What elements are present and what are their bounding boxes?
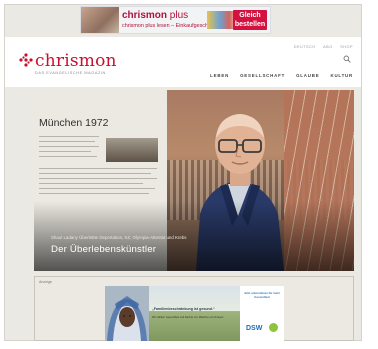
ad-order-button[interactable]: Gleich bestellen	[233, 10, 267, 30]
panel-text-line	[39, 173, 151, 175]
panel-text-line	[39, 178, 157, 180]
utility-link-shop[interactable]: SHOP	[340, 45, 353, 49]
panel-text-line	[39, 141, 95, 143]
dsw-ad-banner[interactable]: „Familienbeschränkung ist gesund.“ Wir s…	[105, 286, 284, 341]
exhibition-panel-title: München 1972	[39, 117, 109, 129]
ad-side-panel: Jetzt unterstützen für mehr Gesundheit D…	[240, 286, 284, 341]
nav-item-leben[interactable]: LEBEN	[210, 73, 229, 78]
ad-brand-name: chrismon	[122, 10, 168, 21]
panel-text-line	[39, 151, 91, 153]
dsw-logo: DSW	[246, 325, 263, 332]
panel-text-line	[39, 156, 97, 158]
nav-item-glaube[interactable]: GLAUBE	[296, 73, 319, 78]
utility-nav: DEUTSCH ABO SHOP	[288, 45, 353, 49]
search-icon[interactable]	[343, 55, 351, 63]
ad-landscape: „Familienbeschränkung ist gesund.“ Wir s…	[149, 286, 240, 341]
panel-text-line	[39, 146, 99, 148]
ad-brand: chrismon plus	[122, 10, 188, 21]
ad-quote: „Familienbeschränkung ist gesund.“	[152, 307, 215, 311]
logo-wordmark: chrismon	[35, 51, 117, 71]
cross-logo-icon	[19, 53, 33, 67]
panel-photo	[106, 138, 158, 162]
ad-brand-plus: plus	[169, 10, 189, 21]
logo-tagline: DAS EVANGELISCHE MAGAZIN	[35, 71, 106, 75]
hero-headline[interactable]: Der Überlebenskünstler	[51, 244, 156, 255]
panel-text-line	[39, 168, 157, 170]
site-header: chrismon DAS EVANGELISCHE MAGAZIN DEUTSC…	[5, 37, 361, 87]
ad-cta-line2: bestellen	[234, 21, 266, 28]
ad-side-text: Jetzt unterstützen für mehr Gesundheit	[243, 291, 281, 299]
hero-kicker: Shaul Ladany Überlebte Deportation, KZ, …	[51, 235, 187, 240]
panel-text-line	[39, 193, 149, 195]
nav-item-kultur[interactable]: KULTUR	[330, 73, 353, 78]
panel-text-line	[39, 188, 155, 190]
ad-cta-line1: Gleich	[239, 12, 261, 19]
utility-link-deutsch[interactable]: DEUTSCH	[294, 45, 316, 49]
panel-text-line	[39, 183, 143, 185]
top-ad-banner[interactable]: chrismon plus chrismon plus lesen – Eink…	[80, 6, 271, 34]
hero-teaser[interactable]: München 1972 Shaul Ladany Überlebte Depo…	[34, 90, 354, 271]
bottom-ad-container: Anzeige „Familienbeschränkung ist gesund…	[34, 276, 354, 341]
ad-photo	[81, 7, 119, 33]
ad-body-text: Wir stärken Gesundheit und Rechte von Mä…	[152, 316, 224, 319]
ad-label: Anzeige	[39, 280, 52, 284]
nav-item-gesellschaft[interactable]: GESELLSCHAFT	[240, 73, 285, 78]
dsw-logo-mark-icon	[269, 323, 278, 332]
utility-link-abo[interactable]: ABO	[323, 45, 333, 49]
ad-woman-portrait	[105, 286, 149, 341]
main-nav: LEBEN GESELLSCHAFT GLAUBE KULTUR	[201, 73, 353, 78]
panel-text-line	[39, 136, 99, 138]
